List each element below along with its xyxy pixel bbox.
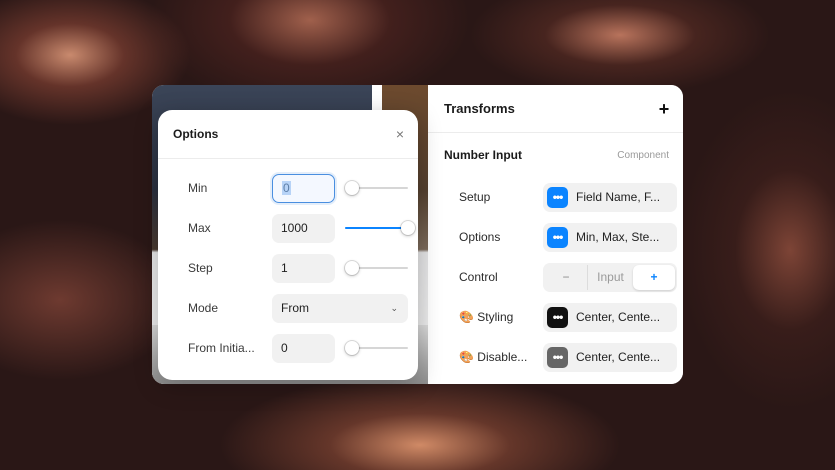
step-slider[interactable] bbox=[345, 260, 408, 276]
option-label: Step bbox=[188, 261, 213, 275]
option-label: Max bbox=[188, 221, 211, 235]
control-input-button[interactable]: Input bbox=[587, 264, 633, 290]
prop-row-setup: Setup ••• Field Name, F... bbox=[428, 177, 683, 217]
control-minus-button[interactable]: − bbox=[545, 265, 587, 290]
options-popup: Options × Min 0 Max 1000 Step 1 Mode Fro… bbox=[158, 110, 418, 380]
setup-value-button[interactable]: ••• Field Name, F... bbox=[543, 182, 677, 212]
component-name: Number Input bbox=[444, 148, 522, 162]
slider-thumb[interactable] bbox=[401, 221, 415, 235]
mode-select[interactable]: From ⌄ bbox=[272, 293, 408, 323]
from-initial-input-value: 0 bbox=[281, 341, 288, 355]
step-input-value: 1 bbox=[281, 261, 288, 275]
option-row-max: Max 1000 bbox=[158, 208, 418, 248]
component-section-header: Number Input Component bbox=[428, 133, 683, 177]
disabled-value-button[interactable]: ••• Center, Cente... bbox=[543, 342, 677, 372]
prop-row-control: Control − Input + bbox=[428, 257, 683, 297]
prop-row-options: Options ••• Min, Max, Ste... bbox=[428, 217, 683, 257]
control-segmented: − Input + bbox=[543, 262, 677, 292]
chevron-down-icon: ⌄ bbox=[390, 302, 398, 313]
prop-label: Control bbox=[459, 270, 498, 284]
min-input-value: 0 bbox=[282, 181, 291, 195]
transforms-header: Transforms + bbox=[428, 85, 683, 133]
options-value-button[interactable]: ••• Min, Max, Ste... bbox=[543, 222, 677, 252]
option-row-min: Min 0 bbox=[158, 168, 418, 208]
max-input[interactable]: 1000 bbox=[272, 213, 335, 243]
slider-fill bbox=[345, 227, 408, 229]
options-header: Options × bbox=[158, 110, 418, 159]
mode-select-value: From bbox=[281, 301, 309, 315]
plus-icon[interactable]: + bbox=[655, 100, 673, 118]
min-slider[interactable] bbox=[345, 180, 408, 196]
prop-value-text: Center, Cente... bbox=[576, 310, 661, 324]
option-row-from-initial: From Initia... 0 bbox=[158, 328, 418, 368]
prop-label: 🎨 Disable... bbox=[459, 350, 528, 364]
option-label: Mode bbox=[188, 301, 219, 315]
prop-row-disabled: 🎨 Disable... ••• Center, Cente... bbox=[428, 337, 683, 377]
close-icon[interactable]: × bbox=[396, 126, 404, 142]
prop-value-text: Center, Cente... bbox=[576, 350, 661, 364]
transforms-title: Transforms bbox=[444, 101, 515, 116]
step-input[interactable]: 1 bbox=[272, 253, 335, 283]
prop-value-text: Min, Max, Ste... bbox=[576, 230, 660, 244]
styling-value-button[interactable]: ••• Center, Cente... bbox=[543, 302, 677, 332]
max-slider[interactable] bbox=[345, 220, 415, 236]
from-initial-input[interactable]: 0 bbox=[272, 333, 335, 363]
option-row-step: Step 1 bbox=[158, 248, 418, 288]
prop-value-text: Field Name, F... bbox=[576, 190, 661, 204]
control-plus-button[interactable]: + bbox=[633, 264, 675, 290]
more-icon: ••• bbox=[547, 226, 568, 248]
transforms-panel: Transforms + Number Input Component Setu… bbox=[428, 85, 683, 384]
component-tag: Component bbox=[617, 149, 669, 161]
prop-label: Options bbox=[459, 230, 501, 244]
max-input-value: 1000 bbox=[281, 221, 308, 235]
min-input[interactable]: 0 bbox=[272, 173, 335, 203]
slider-thumb[interactable] bbox=[345, 181, 359, 195]
prop-row-styling: 🎨 Styling ••• Center, Cente... bbox=[428, 297, 683, 337]
from-initial-slider[interactable] bbox=[345, 340, 408, 356]
more-icon: ••• bbox=[547, 346, 568, 368]
slider-thumb[interactable] bbox=[345, 261, 359, 275]
prop-label: 🎨 Styling bbox=[459, 310, 514, 324]
slider-thumb[interactable] bbox=[345, 341, 359, 355]
options-title: Options bbox=[173, 127, 219, 141]
option-label: From Initia... bbox=[188, 341, 255, 355]
prop-label: Setup bbox=[459, 190, 491, 204]
option-row-mode: Mode From ⌄ bbox=[158, 288, 418, 328]
more-icon: ••• bbox=[547, 306, 568, 328]
option-label: Min bbox=[188, 181, 208, 195]
more-icon: ••• bbox=[547, 186, 568, 208]
